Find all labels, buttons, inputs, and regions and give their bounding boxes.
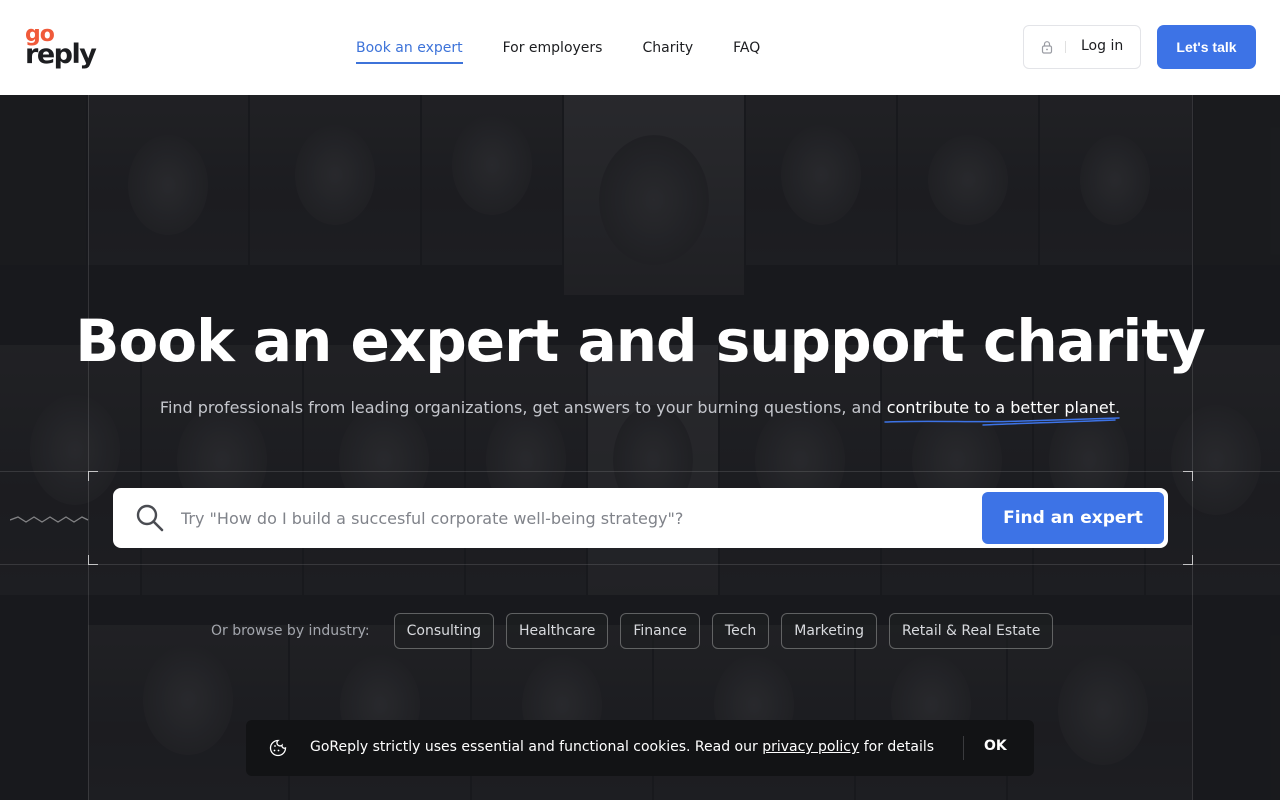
nav-item-for-employers[interactable]: For employers xyxy=(503,40,603,56)
cookie-text-end: for details xyxy=(859,739,935,755)
privacy-policy-link[interactable]: privacy policy xyxy=(762,739,859,755)
guide-line xyxy=(0,471,1280,472)
browse-by-industry: Or browse by industry: Consulting Health… xyxy=(211,613,1065,649)
cookie-text-start: GoReply strictly uses essential and func… xyxy=(310,739,763,755)
browse-label: Or browse by industry: xyxy=(211,623,370,639)
site-header: go reply Book an expert For employers Ch… xyxy=(0,0,1280,95)
hero-subtitle-end: . xyxy=(1114,398,1121,417)
search-icon xyxy=(136,504,164,532)
nav-item-faq[interactable]: FAQ xyxy=(733,40,760,56)
squiggle-decoration-icon xyxy=(10,516,89,523)
hero-title: Book an expert and support charity xyxy=(75,307,1206,375)
guide-line xyxy=(1192,95,1193,800)
cookie-icon xyxy=(269,739,287,757)
cookie-message: GoReply strictly uses essential and func… xyxy=(310,739,934,755)
corner-bracket xyxy=(1183,471,1193,481)
corner-bracket xyxy=(88,471,98,481)
login-button[interactable]: Log in xyxy=(1023,25,1141,69)
hero-subtitle: Find professionals from leading organiza… xyxy=(0,398,1280,426)
nav-item-book-an-expert[interactable]: Book an expert xyxy=(356,40,463,64)
nav-item-charity[interactable]: Charity xyxy=(642,40,693,56)
hero-subtitle-highlight-text: contribute to a better planet xyxy=(886,398,1115,417)
industry-chip-consulting[interactable]: Consulting xyxy=(393,613,495,649)
cookie-divider xyxy=(963,736,964,760)
corner-bracket xyxy=(88,555,98,565)
industry-chip-marketing[interactable]: Marketing xyxy=(781,613,878,649)
main-nav: Book an expert For employers Charity FAQ xyxy=(356,0,800,95)
corner-bracket xyxy=(1183,555,1193,565)
industry-chip-tech[interactable]: Tech xyxy=(711,613,770,649)
logo-reply: reply xyxy=(25,39,97,70)
industry-chip-retail-real-estate[interactable]: Retail & Real Estate xyxy=(889,613,1054,649)
guide-line xyxy=(0,564,1280,565)
guide-line xyxy=(88,95,89,800)
login-divider xyxy=(1065,41,1066,53)
industry-chip-finance[interactable]: Finance xyxy=(620,613,700,649)
lets-talk-button[interactable]: Let's talk xyxy=(1157,25,1256,69)
underline-scribble-icon xyxy=(883,417,1120,426)
search-input[interactable] xyxy=(181,498,971,538)
hero-dark-overlay xyxy=(0,95,1280,800)
hero-subtitle-highlight: contribute to a better planet xyxy=(883,398,1120,426)
goreply-logo[interactable]: go reply xyxy=(25,24,105,72)
hero-subtitle-start: Find professionals from leading organiza… xyxy=(159,398,887,417)
lock-icon xyxy=(1041,41,1053,54)
expert-photo-collage xyxy=(0,95,1280,800)
hero-section: Book an expert and support charity Find … xyxy=(0,95,1280,800)
industry-chip-healthcare[interactable]: Healthcare xyxy=(506,613,609,649)
cookie-banner: GoReply strictly uses essential and func… xyxy=(246,720,1034,776)
cookie-ok-button[interactable]: OK xyxy=(984,738,1007,754)
find-an-expert-button[interactable]: Find an expert xyxy=(982,492,1164,544)
expert-search-bar: Find an expert xyxy=(113,488,1168,548)
login-label: Log in xyxy=(1081,38,1124,54)
